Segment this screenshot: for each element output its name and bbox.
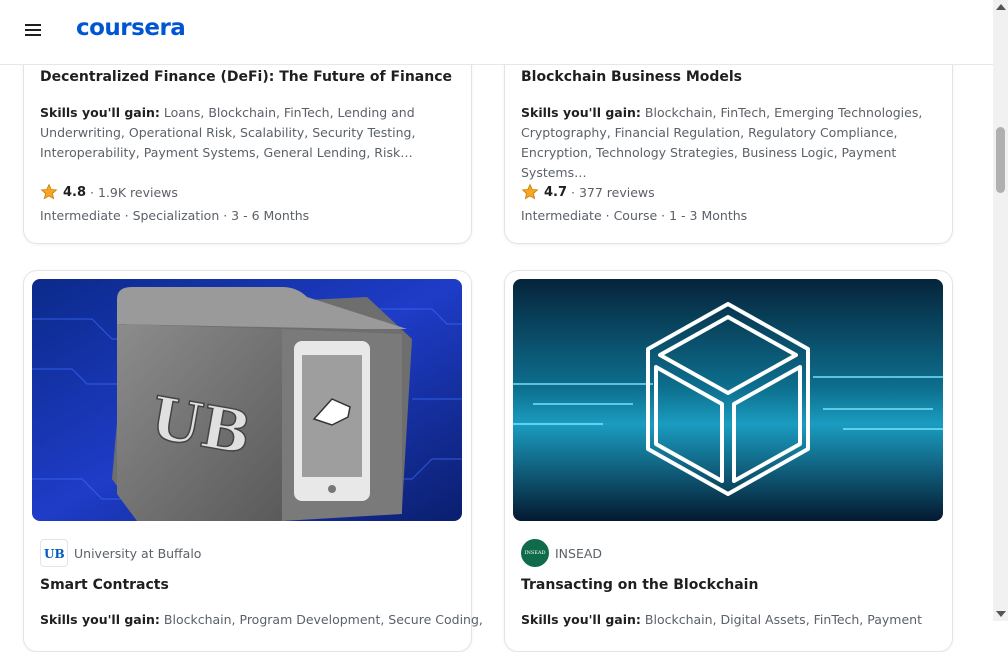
scroll-down-arrow-icon[interactable] (996, 611, 1006, 617)
course-title[interactable]: Decentralized Finance (DeFi): The Future… (40, 69, 452, 85)
course-thumbnail[interactable]: UB (32, 279, 462, 521)
rating-value: 4.8 (63, 184, 87, 200)
skills-text: Blockchain, Program Development, Secure … (159, 612, 483, 627)
svg-text:UB: UB (44, 547, 64, 560)
cube-tablet-image: UB (32, 279, 462, 521)
partner-name: University at Buffalo (74, 545, 202, 561)
course-title[interactable]: Blockchain Business Models (521, 69, 742, 85)
course-title[interactable]: Transacting on the Blockchain (521, 577, 758, 593)
course-thumbnail[interactable] (513, 279, 943, 521)
course-skills: Skills you'll gain: Blockchain, FinTech,… (521, 103, 941, 183)
course-skills: Skills you'll gain: Blockchain, Program … (40, 610, 483, 630)
course-skills: Skills you'll gain: Blockchain, Digital … (521, 610, 941, 630)
skills-label: Skills you'll gain: (521, 612, 641, 627)
skills-label: Skills you'll gain: (521, 105, 641, 120)
skills-text: Blockchain, Digital Assets, FinTech, Pay… (640, 612, 922, 627)
rating-value: 4.7 (544, 184, 568, 200)
blockchain-cube-image (513, 279, 943, 521)
skills-label: Skills you'll gain: (40, 105, 160, 120)
course-card-transacting-on-the-blockchain[interactable]: INSEAD INSEAD Transacting on the Blockch… (504, 270, 953, 652)
course-meta: Intermediate · Course · 1 - 3 Months (521, 208, 748, 223)
hamburger-menu-icon[interactable] (25, 24, 43, 40)
course-rating: 4.8 · 1.9K reviews (40, 183, 178, 201)
partner-name: INSEAD (555, 545, 603, 561)
insead-logo-icon: INSEAD (521, 539, 549, 567)
partner-row: UB University at Buffalo (40, 539, 201, 567)
star-icon (521, 183, 539, 200)
university-at-buffalo-logo-icon: UB (40, 539, 68, 567)
page-scrollbar[interactable] (993, 0, 1008, 621)
skills-label: Skills you'll gain: (40, 612, 160, 627)
star-icon (40, 183, 58, 200)
review-count: · 377 reviews (571, 184, 655, 200)
course-rating: 4.7 · 377 reviews (521, 183, 655, 201)
scroll-up-arrow-icon[interactable] (996, 4, 1006, 10)
coursera-logo[interactable]: coursera (76, 15, 186, 41)
course-card-smart-contracts[interactable]: UB UB University at Buffalo Smart Contra… (23, 270, 483, 652)
course-skills: Skills you'll gain: Loans, Blockchain, F… (40, 103, 440, 163)
review-count: · 1.9K reviews (90, 184, 178, 200)
course-title[interactable]: Smart Contracts (40, 577, 169, 593)
course-meta: Intermediate · Specialization · 3 - 6 Mo… (40, 208, 310, 223)
partner-row: INSEAD INSEAD (521, 539, 602, 567)
top-header: coursera (0, 0, 993, 65)
scroll-thumb[interactable] (996, 127, 1005, 193)
